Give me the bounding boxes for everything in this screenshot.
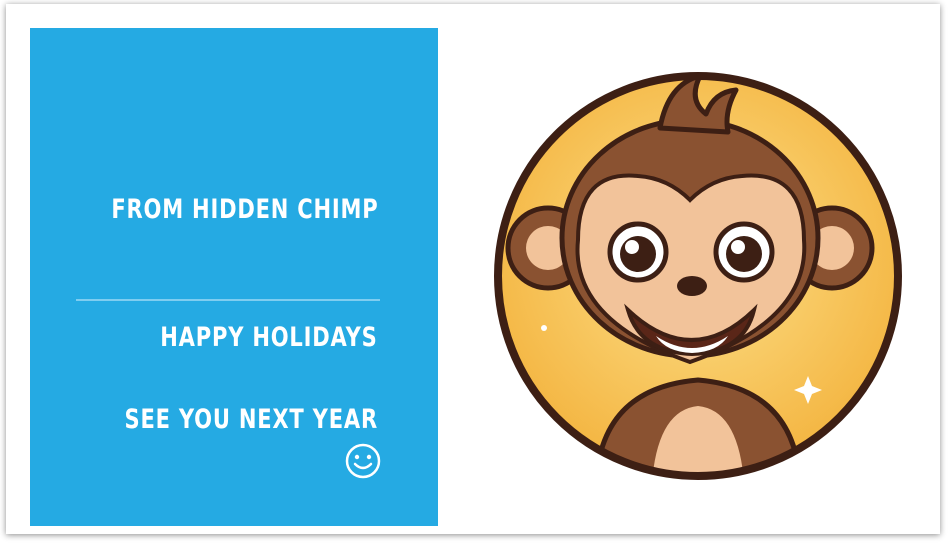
- monkey-illustration: [494, 72, 902, 480]
- holiday-card: FROM HIDDEN CHIMP HAPPY HOLIDAYS SEE YOU…: [6, 4, 940, 534]
- greeting-holidays: HAPPY HOLIDAYS: [160, 322, 378, 353]
- divider-line: [76, 299, 380, 301]
- monkey-nose: [677, 276, 707, 296]
- greeting-from: FROM HIDDEN CHIMP: [110, 194, 378, 225]
- sparkle-dot-icon: [541, 325, 547, 331]
- greeting-next-year: SEE YOU NEXT YEAR: [124, 404, 378, 435]
- smiley-face-icon: [345, 443, 381, 479]
- greeting-panel: FROM HIDDEN CHIMP HAPPY HOLIDAYS SEE YOU…: [30, 28, 438, 526]
